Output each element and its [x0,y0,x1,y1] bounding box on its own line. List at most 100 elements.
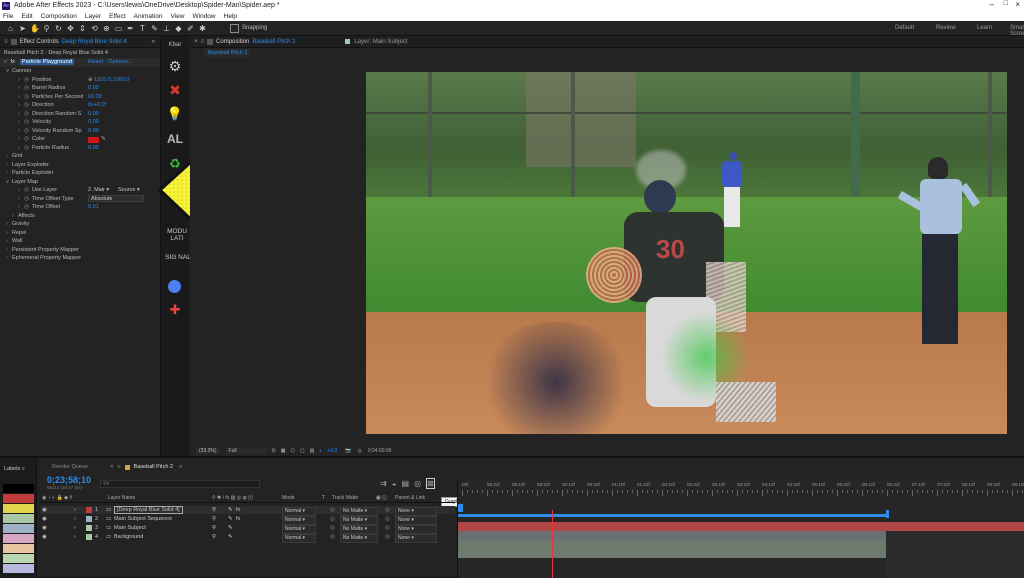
stopwatch-icon[interactable]: ◷ [24,101,29,110]
effect-param-row[interactable]: › Particle Exploder [0,169,160,178]
matte-icon[interactable]: ◎ [330,524,335,532]
effect-param-row[interactable]: › ◷ Barrel Radius 0.00 [0,84,160,93]
render-queue-tab[interactable]: Render Queue [52,464,88,470]
expand-triangle-icon[interactable]: › [6,152,8,161]
transparency-grid-icon[interactable]: ▦ [281,448,286,454]
effect-param-row[interactable]: › Persistent Property Mapper [0,246,160,255]
fx-icon[interactable]: fx [11,59,16,65]
effect-param-row[interactable]: › ◷ Time Offset Type Absolute [0,195,160,204]
rectangle-tool-icon[interactable]: ▭ [114,24,123,33]
effect-param-row[interactable]: v Layer Map [0,178,160,187]
lightbulb-icon[interactable]: 💡 [162,106,188,122]
use-layer-source-dropdown[interactable]: Source ▾ [118,186,140,195]
label-color-swatch[interactable] [3,484,34,493]
expand-layer-icon[interactable]: › [74,524,76,532]
expand-triangle-icon[interactable]: › [18,110,20,119]
effect-controls-tab[interactable]: Effect Controls [20,39,59,45]
maximize-icon[interactable]: □ [1004,0,1008,7]
layer-type-icon[interactable]: ▭ [106,533,111,541]
expand-triangle-icon[interactable]: › [6,246,8,255]
minimize-icon[interactable]: – [990,0,994,9]
effect-param-row[interactable]: v Cannon [0,67,160,76]
layer-color-label[interactable] [86,534,92,540]
layer-search-input[interactable]: ⚲▾ [100,480,260,488]
menu-animation[interactable]: Animation [134,13,163,20]
label-color-swatch[interactable] [3,554,34,563]
snapshot-camera-icon[interactable]: 📷 [345,448,351,454]
parent-pickwhip-icon[interactable]: ◎ [385,533,390,541]
timeline-menu-icon[interactable]: ≡ [117,464,120,470]
workspace-learn[interactable]: Learn [977,25,992,31]
quality-switch-icon[interactable]: ✎ [228,533,233,541]
puppet-tool-icon[interactable]: ✱ [198,24,207,33]
brush-tool-icon[interactable]: ✎ [150,24,159,33]
home-icon[interactable]: ⌂ [6,24,15,33]
parent-pickwhip-icon[interactable]: ◎ [385,524,390,532]
visibility-eye-icon[interactable]: ◉ [42,533,47,541]
pan-behind-tool-icon[interactable]: ⊕ [102,24,111,33]
effect-param-value[interactable]: ⊕ 1920.0,1080.0 [88,76,129,85]
shy-switch-icon[interactable]: ⚲ [212,533,216,541]
workspace-default[interactable]: Default [895,25,914,31]
stopwatch-icon[interactable]: ◷ [24,76,29,85]
expand-triangle-icon[interactable]: › [6,229,8,238]
layer-bar-3[interactable] [458,540,886,549]
stopwatch-icon[interactable]: ◷ [24,118,29,127]
expand-triangle-icon[interactable]: › [18,186,20,195]
show-channel-icon[interactable]: ◍ [357,448,361,454]
layer-bar-1[interactable] [458,522,1024,531]
expand-triangle-icon[interactable]: v [6,67,9,76]
effect-param-row[interactable]: › ◷ Position ⊕ 1920.0,1080.0 [0,76,160,85]
effect-param-row[interactable]: › ◷ Particle Radius 0.00 [0,144,160,153]
effect-param-value[interactable]: 0.00 [88,118,99,127]
clone-stamp-tool-icon[interactable]: ⊥ [162,24,171,33]
effect-param-value[interactable]: 0.00 [88,84,99,93]
stopwatch-icon[interactable]: ◷ [24,127,29,136]
expand-triangle-icon[interactable]: › [18,84,20,93]
layer-name[interactable]: [Deep Royal Blue Solid 4] [114,506,183,514]
layer-row[interactable]: ◉ › 3 ▭ Main Subject ⚲ ✎ Normal ▾ ◎ No Matte ▾ ◎ No… [40,524,455,534]
label-color-swatch[interactable] [3,544,34,553]
visibility-eye-icon[interactable]: ◉ [42,506,47,514]
expand-triangle-icon[interactable]: › [18,101,20,110]
expand-triangle-icon[interactable]: › [6,237,8,246]
pen-tool-icon[interactable]: ✒ [126,24,135,33]
stopwatch-icon[interactable]: ◷ [24,203,29,212]
comp-lock-icon[interactable] [207,38,214,45]
mask-visibility-icon[interactable]: ⬡ [290,448,294,454]
effects-switch-icon[interactable]: fx [236,506,240,514]
expand-layer-icon[interactable]: › [74,533,76,541]
label-color-swatch[interactable] [3,534,34,543]
roto-brush-tool-icon[interactable]: ✐ [186,24,195,33]
effect-param-row[interactable]: › ◷ Velocity 0.00 [0,118,160,127]
rotate-tool-icon[interactable]: ⟲ [90,24,99,33]
menu-layer[interactable]: Layer [85,13,101,20]
label-color-swatch[interactable] [3,524,34,533]
snapping-checkbox[interactable] [230,23,239,33]
labels-tab[interactable]: Labels » [0,458,36,472]
effect-param-row[interactable]: › Grid [0,152,160,161]
close-tab-icon[interactable]: × [194,39,198,45]
shy-switch-icon[interactable]: ⚲ [212,506,216,514]
work-area-end-handle[interactable] [886,510,889,518]
expand-triangle-icon[interactable]: › [18,144,20,153]
layer-color-label[interactable] [86,516,92,522]
effect-param-value[interactable]: 0.00 [88,127,99,136]
expand-triangle-icon[interactable]: › [6,254,8,263]
orbit-tool-icon[interactable]: ↻ [54,24,63,33]
menu-help[interactable]: Help [224,13,237,20]
effect-param-row[interactable]: › ◷ Use Layer 2. Mair ▾ Source ▾ [0,186,160,195]
layer-name[interactable]: Main Subject Sequence [114,515,172,523]
shy-icon[interactable]: ◒ [392,479,397,488]
tab-menu-icon[interactable]: ≡ [179,464,182,470]
effect-param-row[interactable]: › ◷ Time Offset 0.01 [0,203,160,212]
layer-type-icon[interactable]: ▭ [106,524,111,532]
effect-param-row[interactable]: › ◷ Color ✎ [0,135,160,144]
expand-triangle-icon[interactable]: › [6,220,8,229]
exposure-icon[interactable]: ◐ [319,448,322,454]
effect-param-row[interactable]: › ◷ Velocity Random Sp 0.00 [0,127,160,136]
effect-param-value[interactable]: 0x+0.0° [88,101,107,110]
layer-name-header[interactable]: Layer Name [108,495,135,501]
work-area-bar[interactable] [458,514,886,517]
layer-bar-2[interactable] [458,531,886,540]
